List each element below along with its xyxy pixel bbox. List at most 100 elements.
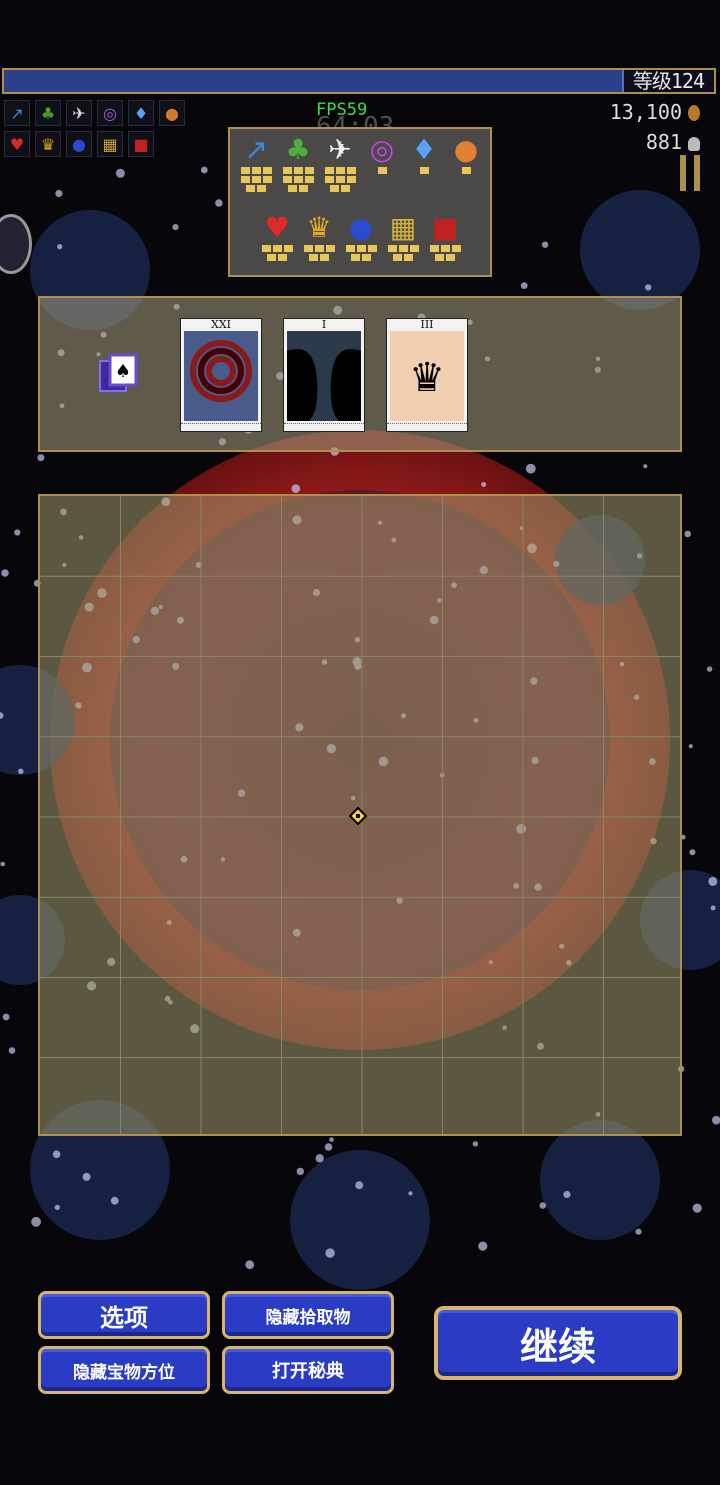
inventory-slot: ↗ <box>236 133 276 192</box>
level-pip <box>429 245 439 252</box>
gold-counter: 13,100 <box>610 100 700 124</box>
inventory-panel: ↗ ♣ ✈ ◎ ♦ ● ♥ ♛ ● ▦ ■ <box>228 127 492 277</box>
level-pip <box>293 176 303 183</box>
pause-button[interactable] <box>680 155 702 191</box>
level-pip <box>246 185 255 192</box>
level-pip <box>261 245 271 252</box>
potion-icon: ♦ <box>128 100 154 126</box>
level-pips <box>301 245 337 261</box>
level-pips <box>448 167 484 174</box>
level-pip <box>278 254 287 261</box>
level-pip <box>362 254 371 261</box>
card-numeral: III <box>420 318 434 331</box>
svg-text:♛: ♛ <box>409 355 445 401</box>
level-pip <box>293 167 303 174</box>
options-button[interactable]: 选项 <box>38 1291 210 1339</box>
level-pip <box>309 254 318 261</box>
level-pips <box>406 167 442 174</box>
level-pip <box>435 254 444 261</box>
open-codex-button[interactable]: 打开秘典 <box>222 1346 394 1394</box>
level-pips <box>280 167 316 192</box>
svg-text:♠: ♠ <box>115 361 131 382</box>
level-pip <box>419 167 429 174</box>
level-pip <box>320 254 329 261</box>
level-pip <box>324 176 334 183</box>
level-pip <box>299 185 308 192</box>
level-pip <box>335 167 345 174</box>
card-numeral: I <box>321 318 327 331</box>
inventory-slot: ♥ <box>257 211 297 261</box>
level-pip <box>387 245 397 252</box>
level-pip <box>304 167 314 174</box>
orb-icon: ● <box>453 133 479 166</box>
hide-treasure-button[interactable]: 隐藏宝物方位 <box>38 1346 210 1394</box>
level-pip <box>288 185 297 192</box>
orb-icon: ● <box>159 100 185 126</box>
card-art <box>184 331 258 421</box>
arcana-card-i[interactable]: I <box>283 318 365 432</box>
inventory-slot: ♛ <box>299 211 339 261</box>
tome-icon: ■ <box>128 131 154 157</box>
card-caption-strip <box>387 423 467 430</box>
level-pip <box>461 167 471 174</box>
heart-icon: ♥ <box>264 211 290 244</box>
level-label: 等级124 <box>632 69 705 93</box>
level-pip <box>282 176 292 183</box>
level-pip <box>251 176 261 183</box>
hide-pickups-button[interactable]: 隐藏拾取物 <box>222 1291 394 1339</box>
arcana-card-iii[interactable]: III ♛ <box>386 318 468 432</box>
level-pips <box>343 245 379 261</box>
card-art <box>287 331 361 421</box>
level-pip <box>451 245 461 252</box>
arcana-card-xxi[interactable]: XXI <box>180 318 262 432</box>
gold-value: 13,100 <box>609 100 682 124</box>
level-pip <box>409 245 419 252</box>
inventory-slot: ■ <box>425 211 465 261</box>
level-pip <box>282 167 292 174</box>
inventory-slot: ● <box>446 133 486 174</box>
dove-icon: ✈ <box>66 100 92 126</box>
kill-counter: 881 <box>646 130 700 154</box>
level-pip <box>283 245 293 252</box>
level-pip <box>446 254 455 261</box>
level-pips <box>364 167 400 174</box>
level-pip <box>314 245 324 252</box>
heart-icon: ♥ <box>4 131 30 157</box>
skull-icon <box>688 137 700 151</box>
level-pip <box>303 245 313 252</box>
level-pip <box>304 176 314 183</box>
blue-orb-icon: ● <box>66 131 92 157</box>
level-pip <box>393 254 402 261</box>
level-pip <box>367 245 377 252</box>
level-pip <box>240 167 250 174</box>
level-pip <box>346 176 356 183</box>
dove-icon: ✈ <box>328 133 352 166</box>
crown-icon: ♛ <box>35 131 61 157</box>
level-pips <box>385 245 421 261</box>
level-pip <box>351 254 360 261</box>
tome-icon: ■ <box>431 211 459 244</box>
inventory-slot: ♣ <box>278 133 318 192</box>
kill-value: 881 <box>645 130 682 154</box>
inventory-slot: ✈ <box>320 133 360 192</box>
card-art: ♛ <box>390 331 464 421</box>
crown-icon: ♛ <box>306 211 332 244</box>
level-pip <box>341 185 350 192</box>
lattice-icon: ▦ <box>389 211 417 244</box>
card-numeral: XXI <box>210 318 231 331</box>
level-pip <box>335 176 345 183</box>
level-pip <box>346 167 356 174</box>
experience-fill <box>4 70 624 92</box>
level-pip <box>345 245 355 252</box>
inventory-slot: ▦ <box>383 211 423 261</box>
arcana-deck-icon: ♠ <box>99 353 138 392</box>
card-caption-strip <box>284 423 364 430</box>
level-pip <box>262 176 272 183</box>
level-pip <box>251 167 261 174</box>
level-pip <box>267 254 276 261</box>
continue-button[interactable]: 继续 <box>434 1306 682 1380</box>
experience-bar: 等级124 <box>2 68 716 94</box>
level-pip <box>440 245 450 252</box>
level-pips <box>238 167 274 192</box>
coin-icon <box>688 105 700 121</box>
